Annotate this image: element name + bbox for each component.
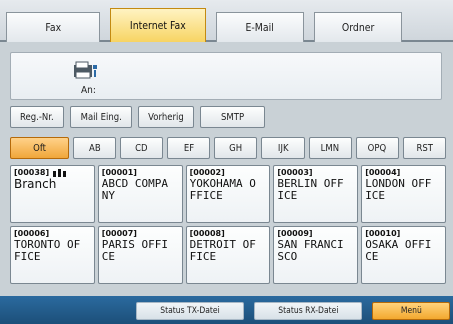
entry-number: [00002] bbox=[189, 168, 225, 177]
entry-name: SAN FRANCI SCO bbox=[277, 238, 344, 263]
entry-name: OSAKA OFFI CE bbox=[365, 238, 432, 263]
entry-number: [00038] bbox=[14, 168, 91, 177]
address-entry[interactable]: [00010] OSAKA OFFI CE bbox=[361, 226, 446, 284]
filter-cd[interactable]: CD bbox=[119, 137, 164, 159]
address-panel: An: Reg.-Nr. Mail Eing. Vorherig SMTP Of… bbox=[0, 42, 453, 296]
action-buttons: Reg.-Nr. Mail Eing. Vorherig SMTP bbox=[10, 106, 266, 128]
filter-label: CD bbox=[135, 142, 148, 154]
reg-nr-button[interactable]: Reg.-Nr. bbox=[10, 106, 64, 128]
filter-label: OPQ bbox=[367, 142, 387, 154]
tab-label: Internet Fax bbox=[130, 19, 186, 32]
tab-email[interactable]: E-Mail bbox=[216, 12, 304, 42]
filter-label: RST bbox=[416, 142, 433, 154]
filter-ab[interactable]: AB bbox=[72, 137, 116, 159]
entry-number-text: [00038] bbox=[14, 168, 50, 177]
button-label: Reg.-Nr. bbox=[19, 111, 54, 123]
address-entry[interactable]: [00006] TORONTO OF FICE bbox=[10, 226, 95, 284]
button-label: Status TX-Datei bbox=[160, 306, 220, 316]
destination-box[interactable]: An: bbox=[10, 52, 442, 100]
filter-rst[interactable]: RST bbox=[402, 137, 446, 159]
menu-button[interactable]: Menü bbox=[372, 302, 450, 320]
entry-number: [00008] bbox=[189, 229, 225, 238]
address-entry[interactable]: [00003] BERLIN OFF ICE bbox=[273, 165, 359, 223]
address-entry[interactable]: [00038] Branch bbox=[10, 165, 95, 223]
entry-number: [00003] bbox=[277, 168, 313, 177]
tab-label: Fax bbox=[45, 21, 61, 34]
entry-number: [00001] bbox=[101, 168, 137, 177]
internet-fax-screen: Fax Internet Fax E-Mail Ordner An: Reg.-… bbox=[0, 0, 453, 324]
entry-number: [00010] bbox=[365, 229, 401, 238]
mail-eingang-button[interactable]: Mail Eing. bbox=[69, 106, 133, 128]
filter-ef[interactable]: EF bbox=[167, 137, 211, 159]
tab-label: Ordner bbox=[341, 21, 375, 34]
button-label: Menü bbox=[400, 306, 422, 316]
filter-label: IJK bbox=[277, 142, 289, 154]
entry-number: [00004] bbox=[365, 168, 401, 177]
entry-name: Branch bbox=[14, 177, 57, 191]
status-rx-file-button[interactable]: Status RX-Datei bbox=[254, 302, 362, 320]
entry-number: [00006] bbox=[14, 229, 50, 238]
tab-internet-fax[interactable]: Internet Fax bbox=[110, 8, 206, 42]
entry-name: LONDON OFF ICE bbox=[365, 177, 432, 202]
filter-oft[interactable]: Oft bbox=[10, 137, 69, 159]
filter-label: EF bbox=[183, 142, 194, 154]
filter-label: LMN bbox=[320, 142, 340, 154]
entry-name: BERLIN OFF ICE bbox=[277, 177, 344, 202]
filter-label: AB bbox=[88, 142, 101, 154]
alphabet-filter-bar: Oft AB CD EF GH IJK LMN OPQ RST bbox=[10, 137, 446, 159]
filter-label: Oft bbox=[32, 142, 46, 154]
filter-ijk[interactable]: IJK bbox=[261, 137, 305, 159]
button-label: SMTP bbox=[220, 111, 245, 123]
entry-name: ABCD COMPA NY bbox=[101, 177, 169, 202]
address-entry[interactable]: [00002] YOKOHAMA O FFICE bbox=[185, 165, 271, 223]
button-label: Vorherig bbox=[148, 111, 184, 123]
vorherig-button[interactable]: Vorherig bbox=[138, 106, 194, 128]
entry-name: YOKOHAMA O FFICE bbox=[189, 177, 256, 202]
group-badge-icon bbox=[53, 168, 67, 177]
address-entry[interactable]: [00009] SAN FRANCI SCO bbox=[273, 226, 359, 284]
entry-name: TORONTO OF FICE bbox=[14, 238, 81, 263]
address-entry[interactable]: [00004] LONDON OFF ICE bbox=[361, 165, 446, 223]
entry-number: [00007] bbox=[101, 229, 137, 238]
filter-opq[interactable]: OPQ bbox=[355, 137, 399, 159]
filter-gh[interactable]: GH bbox=[214, 137, 258, 159]
tab-fax[interactable]: Fax bbox=[6, 12, 100, 42]
destination-label: An: bbox=[81, 85, 96, 96]
button-label: Mail Eing. bbox=[80, 111, 122, 123]
address-entry-grid: [00038] Branch [00001] ABCD COMPA NY [00… bbox=[10, 165, 446, 284]
tab-bar: Fax Internet Fax E-Mail Ordner bbox=[0, 0, 453, 42]
smtp-button[interactable]: SMTP bbox=[199, 106, 266, 128]
entry-name: PARIS OFFI CE bbox=[101, 238, 169, 263]
printer-icon bbox=[74, 61, 97, 79]
status-tx-file-button[interactable]: Status TX-Datei bbox=[136, 302, 244, 320]
address-entry[interactable]: [00001] ABCD COMPA NY bbox=[97, 165, 183, 223]
tab-ordner[interactable]: Ordner bbox=[314, 12, 402, 42]
button-label: Status RX-Datei bbox=[277, 306, 339, 316]
entry-name: DETROIT OF FICE bbox=[189, 238, 256, 263]
tab-label: E-Mail bbox=[245, 21, 275, 34]
filter-label: GH bbox=[229, 142, 243, 154]
filter-lmn[interactable]: LMN bbox=[308, 137, 352, 159]
entry-number: [00009] bbox=[277, 229, 313, 238]
bottom-status-bar: Status TX-Datei Status RX-Datei Menü bbox=[0, 296, 453, 324]
address-entry[interactable]: [00007] PARIS OFFI CE bbox=[97, 226, 183, 284]
address-entry[interactable]: [00008] DETROIT OF FICE bbox=[185, 226, 271, 284]
